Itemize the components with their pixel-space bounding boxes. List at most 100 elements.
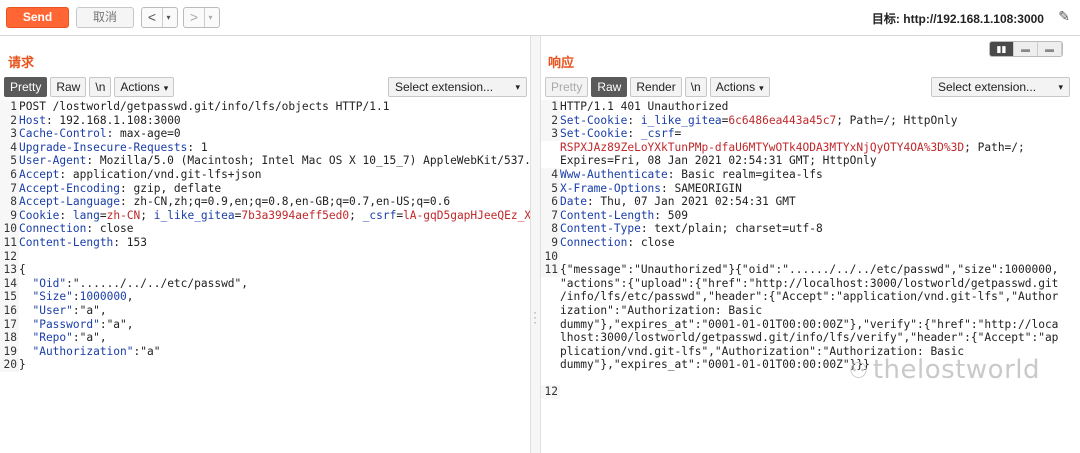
line-number: 14	[0, 276, 19, 291]
response-tab-newline[interactable]: \n	[684, 77, 707, 97]
code-token: Expires=Fri, 08 Jan 2021 02:54:31 GMT; H…	[560, 154, 877, 168]
code-token: dummy"},"expires_at":"0001-01-01T00:00:0…	[560, 317, 1059, 331]
code-token: dummy"},"expires_at":"0001-01-01T00:00:0…	[560, 358, 870, 372]
request-title: 请求	[8, 55, 35, 70]
line-number: 12	[541, 385, 560, 400]
line-number: 4	[0, 140, 19, 155]
request-tab-raw[interactable]: Raw	[50, 77, 87, 97]
send-button[interactable]: Send	[6, 7, 69, 28]
code-token: : 153	[113, 235, 147, 249]
code-token: =	[99, 208, 107, 222]
forward-nav-group[interactable]: > ▾	[183, 7, 220, 28]
line-number: 9	[0, 208, 19, 223]
code-token: :	[72, 290, 80, 304]
code-token: Cookie	[19, 208, 60, 222]
wechat-icon: ⚇	[848, 359, 869, 384]
line-number: 8	[0, 195, 19, 209]
split-vertical-icon[interactable]: ▬	[1014, 42, 1038, 56]
request-extension-label: Select extension...	[395, 80, 494, 94]
code-token: 7b3a3994aeff5ed0	[241, 208, 350, 222]
code-token: : SAMEORIGIN	[661, 181, 742, 195]
line-number: 12	[0, 249, 19, 264]
response-line: 8 Content-Type: text/plain; charset=utf-8	[541, 222, 1080, 236]
request-line: 3 Cache-Control: max-age=0	[0, 127, 530, 141]
response-extension-select[interactable]: Select extension... ▾	[931, 77, 1070, 97]
request-line: 11 Content-Length: 153	[0, 235, 530, 250]
request-tab-pretty[interactable]: Pretty	[4, 77, 48, 97]
line-number: 11	[0, 235, 19, 250]
request-extension-select[interactable]: Select extension... ▾	[388, 77, 527, 97]
response-actions-button[interactable]: Actions ▾	[709, 77, 770, 97]
pencil-icon[interactable]: ✎	[1058, 8, 1070, 25]
pane-divider[interactable]	[530, 36, 541, 453]
code-token: "Password"	[19, 317, 100, 331]
request-line: 4 Upgrade-Insecure-Requests: 1	[0, 140, 530, 155]
code-token: :	[627, 127, 641, 141]
request-line: 6 Accept: application/vnd.git-lfs+json	[0, 167, 530, 182]
code-token: :"a",	[72, 331, 107, 345]
line-number: 9	[541, 235, 560, 250]
line-number: 3	[0, 127, 19, 141]
request-line: 15 "Size":1000000,	[0, 290, 530, 304]
code-token: Accept-Encoding	[19, 181, 121, 195]
code-token: : 509	[654, 208, 688, 222]
cancel-button[interactable]: 取消	[76, 7, 134, 28]
line-number: 2	[0, 113, 19, 128]
code-token: zh-CN	[106, 208, 141, 222]
response-tab-pretty[interactable]: Pretty	[545, 77, 589, 97]
line-number: 5	[0, 154, 19, 168]
line-number: 5	[541, 181, 560, 196]
single-pane-icon[interactable]: ▬	[1038, 42, 1062, 56]
code-token: "Oid"	[19, 276, 67, 290]
response-line: 9 Connection: close	[541, 235, 1080, 250]
response-line: Expires=Fri, 08 Jan 2021 02:54:31 GMT; H…	[541, 154, 1080, 168]
request-line: 18 "Repo":"a",	[0, 331, 530, 345]
code-token: i_like_gitea	[640, 113, 722, 127]
response-tab-raw[interactable]: Raw	[591, 77, 628, 97]
code-token: _csrf	[640, 127, 675, 141]
drag-handle-icon[interactable]: · · ·	[533, 306, 537, 328]
request-tab-newline[interactable]: \n	[89, 77, 112, 97]
back-arrow-icon[interactable]: <	[142, 8, 162, 27]
forward-arrow-icon[interactable]: >	[184, 8, 204, 27]
code-token: : Thu, 07 Jan 2021 02:54:31 GMT	[586, 195, 796, 209]
code-token: : close	[86, 222, 134, 236]
line-number: 17	[0, 317, 19, 332]
back-history-dropdown-icon[interactable]: ▾	[162, 8, 174, 27]
line-number: 8	[541, 222, 560, 236]
code-token: {"message":"Unauthorized"}{"oid":"......…	[560, 263, 1059, 277]
code-token: Cache-Control	[19, 127, 107, 141]
split-horizontal-icon[interactable]: ▮▮	[990, 42, 1014, 56]
forward-history-dropdown-icon[interactable]: ▾	[204, 8, 216, 27]
code-token: _csrf	[362, 208, 397, 222]
line-number: 15	[0, 290, 19, 304]
response-pane: ▮▮ ▬ ▬ 响应 Pretty Raw Render \n Actions ▾ …	[541, 36, 1080, 453]
code-token: /info/lfs/etc/passwd","header":{"Accept"…	[560, 290, 1059, 304]
code-token: POST /lostworld/getpasswd.git/info/lfs/o…	[19, 100, 390, 113]
code-token: ;	[140, 208, 154, 222]
response-editor[interactable]: 1 HTTP/1.1 401 Unauthorized 2 Set-Cookie: i…	[541, 100, 1080, 453]
request-line: 7 Accept-Encoding: gzip, deflate	[0, 181, 530, 196]
layout-toggle[interactable]: ▮▮ ▬ ▬	[989, 41, 1063, 57]
code-token: ization":"Authorization: Basic	[560, 303, 763, 317]
code-token: "Authorization"	[19, 344, 134, 358]
code-token: "User"	[19, 303, 73, 317]
code-token: lhost:3000/lostworld/getpasswd.git/info/…	[560, 331, 1059, 345]
response-line: 11 {"message":"Unauthorized"}{"oid":"....…	[541, 263, 1080, 277]
code-token: Upgrade-Insecure-Requests	[19, 140, 188, 154]
request-line: 12	[0, 249, 530, 264]
response-tabs: Pretty Raw Render \n Actions ▾	[545, 77, 773, 97]
code-token: :"a"	[133, 344, 161, 358]
code-token: Connection	[19, 222, 87, 236]
response-extension-label: Select extension...	[938, 80, 1037, 94]
request-editor[interactable]: 1 POST /lostworld/getpasswd.git/info/lfs/…	[0, 100, 530, 453]
back-nav-group[interactable]: < ▾	[141, 7, 178, 28]
line-number: 6	[0, 167, 19, 182]
response-line: RSPXJAz89ZeLoYXkTunPMp-dfaU6MTYwOTk4ODA3…	[541, 141, 1080, 155]
code-token: Content-Length	[560, 208, 655, 222]
response-tab-render[interactable]: Render	[630, 77, 682, 97]
response-line: /info/lfs/etc/passwd","header":{"Accept"…	[541, 290, 1080, 304]
response-title: 响应	[548, 55, 575, 70]
request-actions-button[interactable]: Actions ▾	[114, 77, 175, 97]
request-line: 16 "User":"a",	[0, 303, 530, 318]
